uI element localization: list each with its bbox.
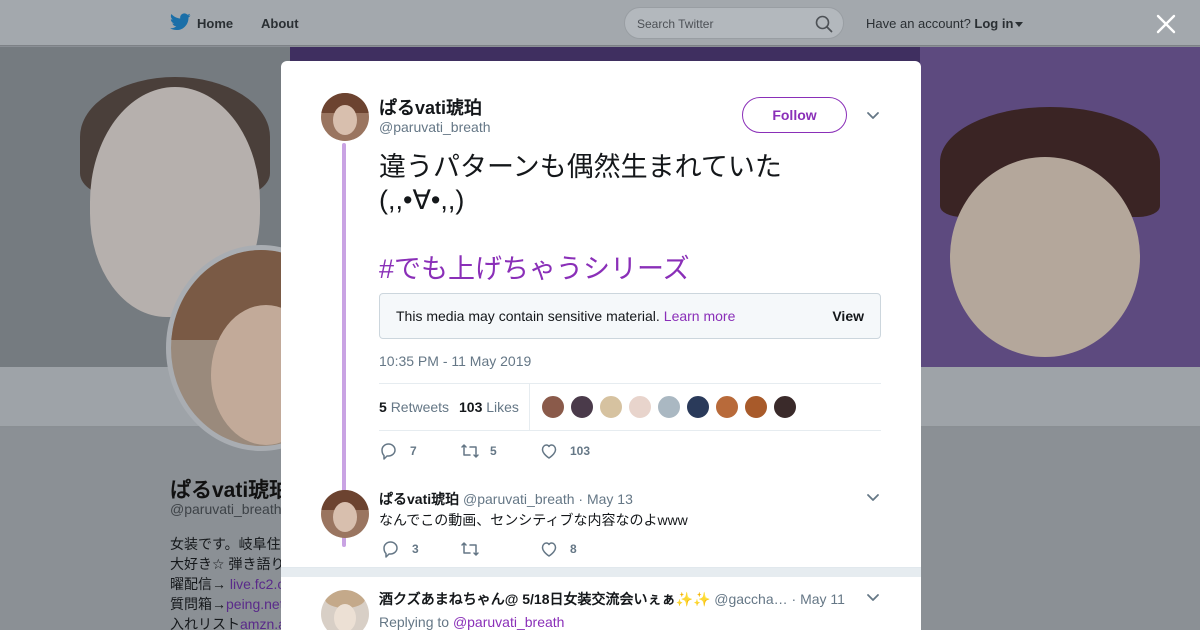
hashtag-link[interactable]: #でも上げちゃうシリーズ <box>379 247 690 286</box>
replying-to-link[interactable]: @paruvati_breath <box>453 614 565 630</box>
tweet-text-line: (,,•∀•,,) <box>379 185 465 215</box>
profile-name: ぱるvati琥珀 <box>170 479 291 502</box>
search-placeholder: Search Twitter <box>637 17 714 31</box>
stats-divider <box>529 384 530 430</box>
liker-avatar[interactable] <box>744 395 768 419</box>
reply-date[interactable]: · May 11 <box>792 591 845 607</box>
search-icon[interactable] <box>815 15 833 33</box>
liker-avatar[interactable] <box>715 395 739 419</box>
liker-avatar[interactable] <box>541 395 565 419</box>
reply-author-handle[interactable]: @gaccha… <box>714 591 787 607</box>
tweet-timestamp[interactable]: 10:35 PM - 11 May 2019 <box>379 353 531 369</box>
bio-line: 入れリストamzn.a <box>170 616 286 630</box>
reply-header: ぱるvati琥珀 @paruvati_breath · May 13 <box>379 489 633 509</box>
profile-handle: @paruvati_breath <box>170 501 282 517</box>
sensitive-message: This media may contain sensitive materia… <box>396 308 736 324</box>
bio-line: 女装です。岐阜住 <box>170 536 281 552</box>
banner-art-face <box>950 157 1140 357</box>
bio-link[interactable]: peing.net <box>226 596 284 612</box>
tweet-text: 違うパターンも偶然生まれていた (,,•∀•,,) <box>379 151 879 217</box>
account-prompt: Have an account? Log in <box>866 16 1024 31</box>
search-input[interactable]: Search Twitter <box>624 7 844 39</box>
reply-avatar[interactable] <box>321 590 369 630</box>
bio-line: 質問箱→peing.net <box>170 596 284 612</box>
chevron-down-icon[interactable] <box>866 111 880 121</box>
twitter-bird-icon[interactable] <box>170 13 191 31</box>
avatar-face <box>333 105 357 135</box>
reply-author-handle[interactable]: @paruvati_breath <box>463 491 575 507</box>
nav-about-link[interactable]: About <box>261 16 299 31</box>
reply-icon <box>381 443 396 460</box>
reply-author-name[interactable]: ぱるvati琥珀 <box>379 491 459 507</box>
retweets-stat[interactable]: 5 Retweets <box>379 399 449 415</box>
chevron-down-icon[interactable] <box>866 493 880 503</box>
reply-divider <box>281 567 921 577</box>
close-icon[interactable] <box>1155 13 1177 35</box>
reply-author-name[interactable]: 酒クズあまねちゃん@ 5/18日女装交流会いぇぁ✨✨ <box>379 591 710 607</box>
tweet-modal: ぱるvati琥珀 @paruvati_breath Follow 違うパターンも… <box>281 61 921 630</box>
banner-art-right <box>920 47 1200 367</box>
sensitive-media-warning: This media may contain sensitive materia… <box>379 293 881 339</box>
reply-tweet[interactable]: ぱるvati琥珀 @paruvati_breath · May 13 なんでこの… <box>281 485 921 565</box>
reply-icon <box>383 541 398 558</box>
learn-more-link[interactable]: Learn more <box>664 308 736 324</box>
avatar-face <box>333 502 357 532</box>
liker-avatar[interactable] <box>686 395 710 419</box>
bio-line: 大好き☆ 弾き語り <box>170 556 285 572</box>
top-navigation-bar: Home About Search Twitter Have an accoun… <box>0 0 1200 46</box>
bio-link[interactable]: live.fc2.c <box>230 576 284 592</box>
nav-home-link[interactable]: Home <box>197 16 233 31</box>
heart-icon <box>541 542 557 557</box>
reply-text: なんでこの動画、センシティブな内容なのよwww <box>379 512 688 528</box>
profile-bio: 女装です。岐阜住 大好き☆ 弾き語り 曜配信→ live.fc2.c 質問箱→p… <box>170 534 286 630</box>
chevron-down-icon[interactable] <box>866 593 880 603</box>
bio-link[interactable]: amzn.a <box>240 616 286 630</box>
liker-avatar[interactable] <box>657 395 681 419</box>
retweet-icon <box>461 542 479 556</box>
reply-header: 酒クズあまねちゃん@ 5/18日女装交流会いぇぁ✨✨ @gaccha… · Ma… <box>379 589 845 609</box>
have-account-text: Have an account? <box>866 16 971 31</box>
tweet-actions: 7 5 103 <box>379 441 679 463</box>
tweet-text-line: 違うパターンも偶然生まれていた <box>379 152 782 182</box>
view-media-button[interactable]: View <box>832 308 864 324</box>
chevron-down-icon[interactable] <box>1015 22 1024 28</box>
bio-line: 曜配信→ live.fc2.c <box>170 576 285 592</box>
replying-to: Replying to @paruvati_breath <box>379 614 565 630</box>
reply-date[interactable]: · May 13 <box>578 491 632 507</box>
reply-tweet[interactable]: 酒クズあまねちゃん@ 5/18日女装交流会いぇぁ✨✨ @gaccha… · Ma… <box>281 585 921 630</box>
liker-avatar[interactable] <box>628 395 652 419</box>
likes-stat[interactable]: 103 Likes <box>459 399 519 415</box>
follow-button[interactable]: Follow <box>742 97 847 133</box>
liker-avatar[interactable] <box>599 395 623 419</box>
liker-avatar[interactable] <box>570 395 594 419</box>
tweet-stats: 5 Retweets 103 Likes <box>379 383 881 431</box>
retweet-icon <box>461 444 479 458</box>
reply-avatar[interactable] <box>321 490 369 538</box>
login-link[interactable]: Log in <box>974 16 1013 31</box>
author-avatar[interactable] <box>321 93 369 141</box>
author-name[interactable]: ぱるvati琥珀 <box>379 94 482 120</box>
author-handle[interactable]: @paruvati_breath <box>379 119 491 135</box>
avatar-face <box>334 604 356 630</box>
liker-avatar[interactable] <box>773 395 797 419</box>
heart-icon <box>541 444 557 459</box>
